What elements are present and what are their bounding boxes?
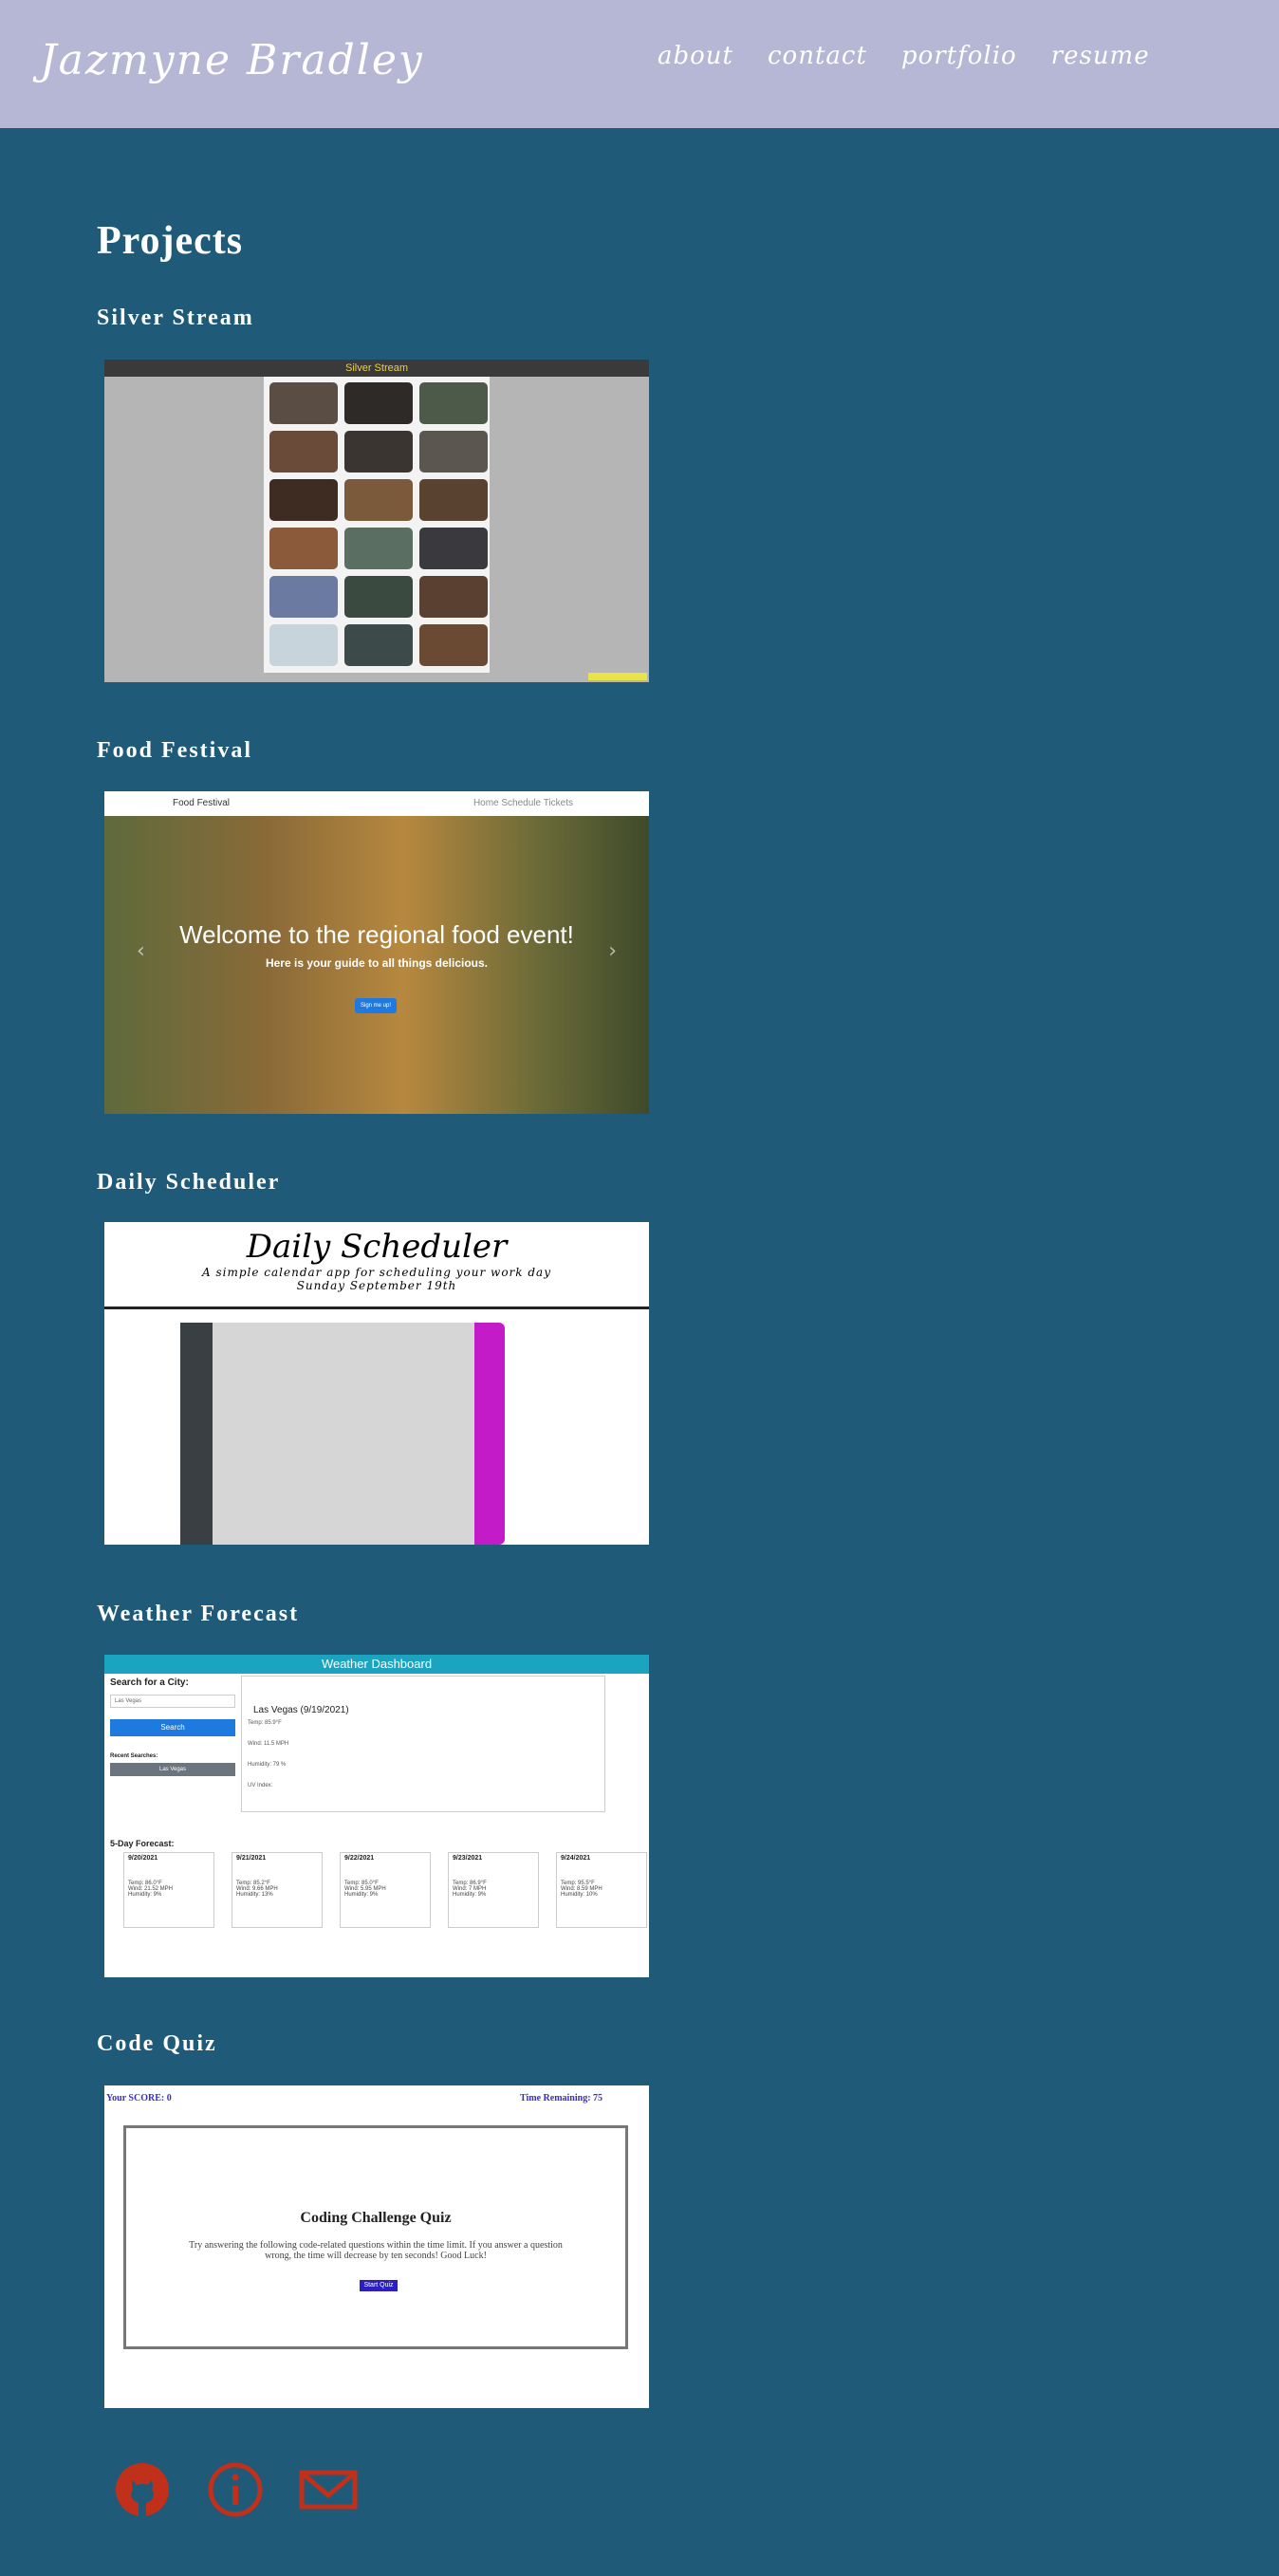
project-title: Weather Forecast bbox=[97, 1602, 300, 1626]
main-nav: about contact portfolio resume bbox=[658, 42, 1150, 70]
project-screenshot-silver-stream[interactable]: Silver Stream bbox=[104, 360, 649, 682]
preview-tile bbox=[269, 479, 338, 521]
preview-forecast-date: 9/20/2021 bbox=[128, 1855, 158, 1862]
preview-tile bbox=[344, 382, 413, 424]
preview-tile bbox=[269, 576, 338, 618]
preview-quiz-box: Coding Challenge Quiz Try answering the … bbox=[123, 2125, 628, 2349]
preview-start-button: Start Quiz bbox=[360, 2280, 398, 2291]
preview-hour-column bbox=[180, 1323, 213, 1545]
preview-current-city: Las Vegas (9/19/2021) bbox=[253, 1705, 349, 1715]
preview-search-label: Search for a City: bbox=[110, 1677, 189, 1688]
preview-quiz-description: Try answering the following code-related… bbox=[189, 2240, 563, 2261]
preview-recent-label: Recent Searches: bbox=[110, 1753, 158, 1759]
nav-portfolio-link[interactable]: portfolio bbox=[901, 42, 1017, 70]
github-icon[interactable] bbox=[112, 2459, 173, 2520]
project-title: Silver Stream bbox=[97, 306, 254, 330]
project-title: Food Festival bbox=[97, 738, 252, 763]
preview-search-button: Search bbox=[110, 1719, 235, 1736]
preview-current-humidity: Humidity: 79 % bbox=[248, 1762, 287, 1768]
preview-header: Daily Scheduler A simple calendar app fo… bbox=[104, 1222, 649, 1309]
preview-date: Sunday September 19th bbox=[296, 1279, 457, 1292]
chevron-left-icon: ‹ bbox=[137, 939, 145, 963]
preview-forecast-card: 9/24/2021 Temp: 95.5°F Wind: 8.59 MPH Hu… bbox=[556, 1852, 647, 1928]
preview-hero: Welcome to the regional food event! Here… bbox=[104, 816, 649, 1114]
nav-resume-link[interactable]: resume bbox=[1051, 42, 1150, 70]
page-title: Projects bbox=[97, 219, 244, 263]
preview-tag bbox=[588, 673, 647, 680]
preview-timer: Time Remaining: 75 bbox=[520, 2093, 603, 2103]
chevron-right-icon: › bbox=[608, 939, 617, 963]
preview-search-input: Las Vegas bbox=[110, 1695, 235, 1708]
preview-current-uv: UV Index: bbox=[248, 1783, 273, 1788]
preview-brand: Food Festival bbox=[173, 798, 231, 808]
preview-forecast-humidity: Humidity: 9% bbox=[344, 1892, 379, 1898]
preview-tile bbox=[419, 431, 488, 473]
project-screenshot-daily-scheduler[interactable]: Daily Scheduler A simple calendar app fo… bbox=[104, 1222, 649, 1545]
preview-subtitle: A simple calendar app for scheduling you… bbox=[201, 1266, 551, 1279]
preview-forecast-date: 9/22/2021 bbox=[344, 1855, 375, 1862]
project-title: Code Quiz bbox=[97, 2031, 217, 2056]
preview-movie-grid bbox=[264, 377, 490, 673]
preview-tile bbox=[344, 479, 413, 521]
preview-save-column bbox=[474, 1323, 505, 1545]
preview-tile bbox=[419, 479, 488, 521]
preview-forecast-label: 5-Day Forecast: bbox=[110, 1839, 175, 1848]
preview-tile bbox=[344, 528, 413, 569]
preview-signup-button: Sign me up! bbox=[355, 998, 397, 1013]
preview-tile bbox=[269, 528, 338, 569]
preview-tile bbox=[419, 624, 488, 666]
preview-forecast-date: 9/23/2021 bbox=[453, 1855, 483, 1862]
preview-current-wind: Wind: 11.5 MPH bbox=[248, 1741, 289, 1747]
preview-navbar: Food Festival Home Schedule Tickets bbox=[104, 791, 649, 816]
preview-tile bbox=[269, 382, 338, 424]
preview-tile bbox=[344, 624, 413, 666]
preview-forecast-humidity: Humidity: 13% bbox=[236, 1892, 273, 1898]
preview-current-temp: Temp: 85.9°F bbox=[248, 1720, 282, 1726]
preview-forecast-card: 9/22/2021 Temp: 85.0°F Wind: 5.95 MPH Hu… bbox=[340, 1852, 431, 1928]
preview-recent-item: Las Vegas bbox=[110, 1763, 235, 1776]
nav-about-link[interactable]: about bbox=[658, 42, 733, 70]
preview-forecast-date: 9/24/2021 bbox=[561, 1855, 591, 1862]
preview-links: Home Schedule Tickets bbox=[473, 798, 573, 808]
footer-links bbox=[112, 2459, 359, 2520]
preview-tile bbox=[344, 576, 413, 618]
preview-tile bbox=[269, 624, 338, 666]
project-title: Daily Scheduler bbox=[97, 1170, 281, 1195]
email-icon[interactable] bbox=[298, 2459, 359, 2520]
project-screenshot-weather-forecast[interactable]: Weather Dashboard Search for a City: Las… bbox=[104, 1655, 649, 1977]
preview-bar: Silver Stream bbox=[104, 360, 649, 377]
preview-tile bbox=[344, 431, 413, 473]
preview-tile bbox=[269, 431, 338, 473]
preview-timeblocks bbox=[180, 1323, 505, 1545]
preview-forecast-humidity: Humidity: 10% bbox=[561, 1892, 598, 1898]
preview-forecast-humidity: Humidity: 9% bbox=[453, 1892, 487, 1898]
preview-forecast-date: 9/21/2021 bbox=[236, 1855, 267, 1862]
preview-forecast-card: 9/21/2021 Temp: 85.2°F Wind: 9.66 MPH Hu… bbox=[232, 1852, 323, 1928]
project-screenshot-food-festival[interactable]: Food Festival Home Schedule Tickets Welc… bbox=[104, 791, 649, 1114]
preview-forecast-card: 9/20/2021 Temp: 86.0°F Wind: 21.52 MPH H… bbox=[123, 1852, 214, 1928]
preview-bar: Weather Dashboard bbox=[104, 1655, 649, 1674]
preview-score: Your SCORE: 0 bbox=[106, 2093, 172, 2103]
preview-tile bbox=[419, 382, 488, 424]
preview-forecast-card: 9/23/2021 Temp: 86.9°F Wind: 7 MPH Humid… bbox=[448, 1852, 539, 1928]
preview-headline: Welcome to the regional food event! bbox=[179, 920, 574, 949]
preview-tile bbox=[419, 528, 488, 569]
preview-heading: Daily Scheduler bbox=[246, 1228, 508, 1266]
main-content: Projects bbox=[97, 218, 761, 264]
preview-tile bbox=[419, 576, 488, 618]
project-screenshot-code-quiz[interactable]: Your SCORE: 0 Time Remaining: 75 Coding … bbox=[104, 2085, 649, 2408]
site-header: Jazmyne Bradley about contact portfolio … bbox=[0, 0, 1279, 128]
preview-subhead: Here is your guide to all things delicio… bbox=[265, 956, 489, 970]
site-brand[interactable]: Jazmyne Bradley bbox=[40, 36, 424, 84]
preview-text-column bbox=[213, 1323, 474, 1545]
preview-current-weather: Las Vegas (9/19/2021) Temp: 85.9°F Wind:… bbox=[241, 1676, 605, 1812]
info-icon[interactable] bbox=[205, 2459, 266, 2520]
preview-quiz-title: Coding Challenge Quiz bbox=[300, 2210, 452, 2226]
preview-forecast-humidity: Humidity: 9% bbox=[128, 1892, 162, 1898]
nav-contact-link[interactable]: contact bbox=[768, 42, 867, 70]
